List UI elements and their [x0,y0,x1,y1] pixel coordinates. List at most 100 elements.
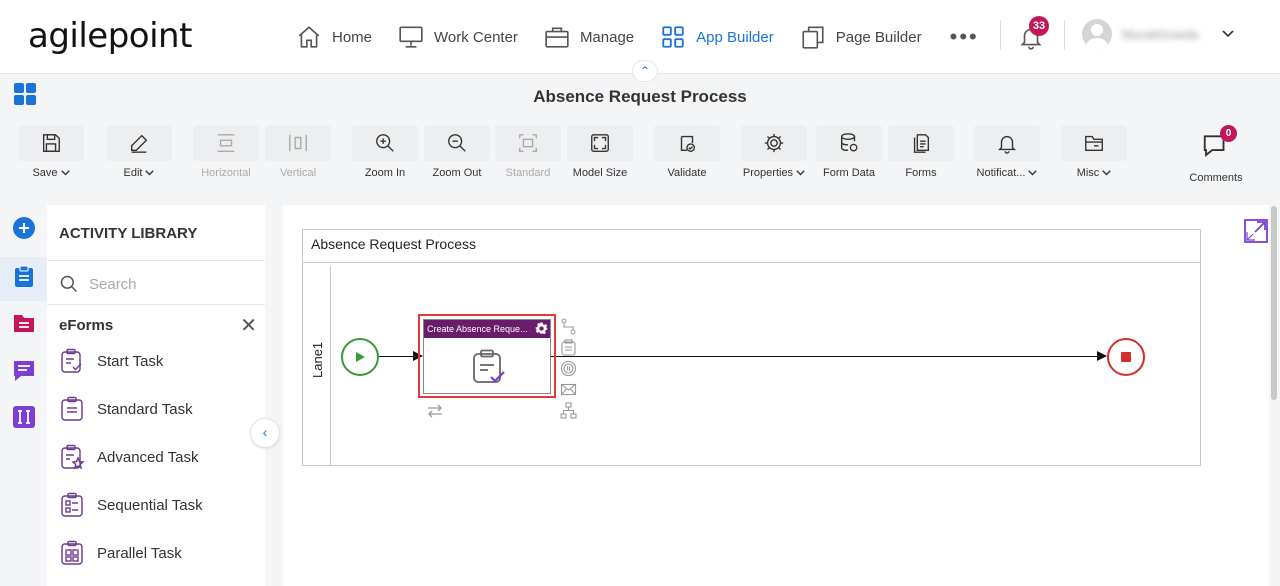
save-button[interactable]: Save [18,125,84,185]
zoom-in-icon [376,134,394,152]
nav-work-center[interactable]: Work Center [398,24,518,50]
properties-label: Properties [742,167,794,179]
divider [1064,20,1065,50]
close-icon[interactable]: ✕ [240,316,257,336]
form-data-label: Form Data [823,167,875,179]
save-icon [42,134,60,152]
model-size-label: Model Size [572,167,628,179]
forms-icon [913,134,930,153]
properties-button[interactable]: Properties [741,125,807,185]
end-event[interactable] [1107,338,1145,376]
misc-button[interactable]: Misc [1061,125,1127,185]
expand-icon[interactable] [1243,218,1269,244]
chevron-down-icon [60,170,70,176]
align-horizontal-icon [217,134,235,152]
activity-library-panel: ACTIVITY LIBRARY eForms ✕ Start Task Sta… [47,205,265,586]
nav-home[interactable]: Home [296,24,372,50]
collapse-header-button[interactable]: ⌃ [632,60,658,82]
activity-library-button[interactable] [11,263,37,289]
variables-button[interactable] [11,404,37,430]
variables-icon [13,406,35,428]
task-label: Sequential Task [97,496,203,514]
intermediate-event-icon[interactable] [560,360,577,377]
comments-count-badge: 0 [1220,125,1237,142]
pencil-icon [130,134,148,153]
chat-icon [14,361,34,381]
zoom-out-icon [448,134,466,152]
advanced-task-icon [61,444,85,470]
page-title: Absence Request Process [533,87,747,106]
canvas-scrollbar-thumb[interactable] [1271,206,1277,400]
avatar [1082,19,1112,49]
task-label: Start Task [97,352,164,370]
nav-app-builder[interactable]: App Builder [660,24,774,50]
nav-manage[interactable]: Manage [544,24,634,50]
task-label: Standard Task [97,400,193,418]
horizontal-label: Horizontal [201,167,251,179]
library-title: ACTIVITY LIBRARY [59,225,198,242]
edit-button[interactable]: Edit [106,125,172,185]
standard-label: Standard [505,167,551,179]
swap-icon[interactable] [426,404,444,418]
sub-process-icon[interactable] [560,402,577,419]
start-task-icon [61,348,82,373]
start-event[interactable] [341,338,379,376]
nav-home-label: Home [332,28,373,46]
sequence-flow[interactable] [551,356,1097,357]
library-item-parallel-task[interactable]: Parallel Task [59,536,182,570]
model-size-button[interactable]: Model Size [567,125,633,185]
standard-size-button[interactable]: Standard [495,125,561,185]
folder-icon [1085,135,1103,152]
comments-button[interactable]: 0 Comments [1184,125,1248,184]
library-item-sequential-task[interactable]: Sequential Task [59,488,203,522]
monitor-icon [399,26,423,48]
data-button[interactable] [11,310,37,336]
user-menu[interactable]: MuraliGowda [1082,19,1234,49]
activity-gear-icon[interactable] [535,322,548,335]
nav-page-builder[interactable]: Page Builder [800,24,922,50]
pages-icon [802,26,824,49]
validate-button[interactable]: Validate [654,125,720,185]
form-task-icon [473,349,505,383]
model-size-icon [591,134,609,152]
nav-page-builder-label: Page Builder [835,28,922,46]
clipboard-tool-icon[interactable] [560,339,577,356]
forms-button[interactable]: Forms [888,125,954,185]
add-button[interactable] [11,215,37,241]
form-data-button[interactable]: Form Data [816,125,882,185]
home-icon [298,26,320,48]
chevron-down-icon [145,170,155,176]
search-icon [60,275,78,293]
briefcase-icon [545,27,569,48]
align-vertical-icon [289,134,307,152]
task-label: Advanced Task [97,448,199,466]
gear-icon [764,133,784,153]
collapse-library-button[interactable]: ‹ [250,418,280,448]
edit-label: Edit [123,167,143,179]
align-horizontal-button[interactable]: Horizontal [193,125,259,185]
align-vertical-button[interactable]: Vertical [265,125,331,185]
pool-title: Absence Request Process [311,236,476,252]
library-item-standard-task[interactable]: Standard Task [59,392,193,426]
library-item-advanced-task[interactable]: Advanced Task [59,440,198,474]
activity-create-absence-request[interactable]: Create Absence Reque... [423,319,551,394]
notifications-button[interactable]: Notificat... [974,125,1040,185]
zoom-out-button[interactable]: Zoom Out [424,125,490,185]
vertical-label: Vertical [279,167,317,179]
stop-icon [1121,352,1131,362]
agilepoint-logo[interactable]: agilepoint [28,16,192,56]
zoom-in-button[interactable]: Zoom In [352,125,418,185]
notification-count-badge: 33 [1029,16,1049,36]
save-label: Save [32,167,58,179]
nav-app-builder-label: App Builder [696,28,774,46]
more-menu-button[interactable]: ••• [950,24,979,50]
lane-label[interactable]: Lane1 [310,342,325,378]
messages-button[interactable] [11,357,37,383]
connector-icon[interactable] [560,318,577,335]
grid-icon [662,26,684,48]
library-item-start-task[interactable]: Start Task [59,344,163,378]
sequence-flow[interactable] [379,356,413,357]
chevron-down-icon [1028,170,1038,176]
search-input[interactable] [89,275,249,293]
mail-icon[interactable] [560,381,577,398]
